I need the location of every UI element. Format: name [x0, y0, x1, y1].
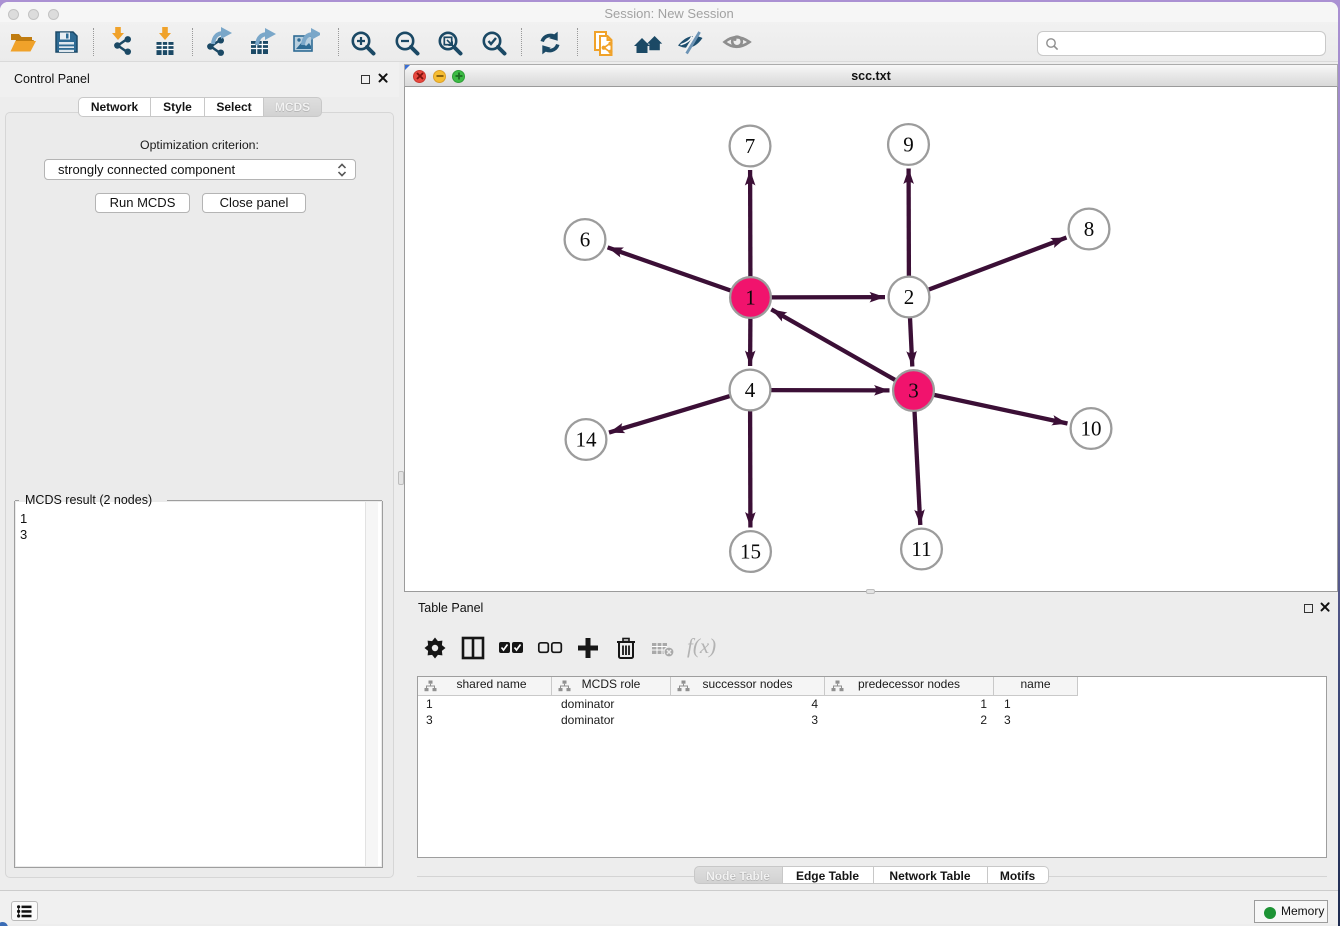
svg-text:15: 15: [740, 540, 761, 564]
svg-text:3: 3: [908, 379, 919, 403]
svg-text:11: 11: [911, 537, 931, 561]
svg-text:4: 4: [745, 378, 756, 402]
svg-text:10: 10: [1081, 417, 1102, 441]
svg-text:6: 6: [580, 228, 591, 252]
svg-text:1: 1: [745, 286, 756, 310]
svg-text:9: 9: [903, 133, 914, 157]
svg-text:7: 7: [745, 134, 756, 158]
svg-text:8: 8: [1084, 217, 1095, 241]
svg-text:14: 14: [576, 428, 598, 452]
svg-text:2: 2: [904, 285, 915, 309]
